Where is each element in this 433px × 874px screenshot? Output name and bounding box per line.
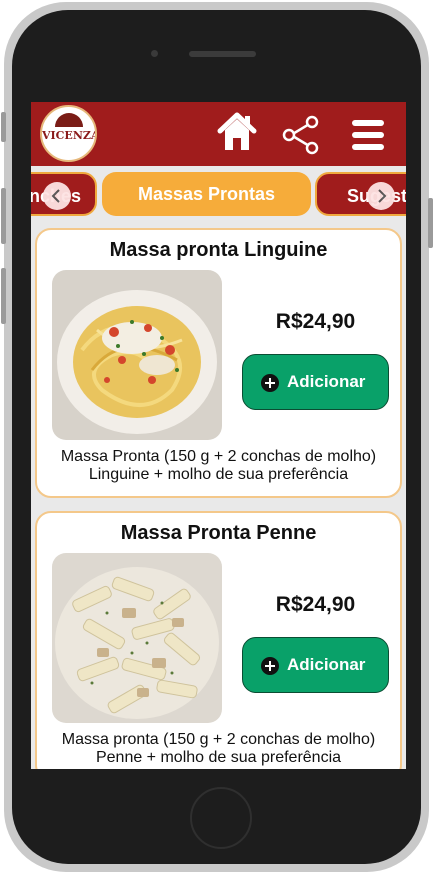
side-button xyxy=(1,112,6,142)
volume-up-button xyxy=(1,188,6,244)
logo-emblem xyxy=(55,113,83,127)
product-description: Massa Pronta (150 g + 2 conchas de molho… xyxy=(37,448,400,484)
product-title: Massa pronta Linguine xyxy=(109,239,328,261)
home-button[interactable] xyxy=(190,787,252,849)
product-price: R$24,90 xyxy=(275,593,356,616)
hamburger-menu-icon[interactable] xyxy=(352,118,384,152)
product-description-line: Penne + molho de sua preferência xyxy=(95,749,342,766)
add-to-cart-button[interactable]: Adicionar xyxy=(242,637,389,693)
category-carousel: Lanches Massas Prontas Sugestões xyxy=(31,168,406,224)
plus-circle-icon xyxy=(261,374,279,392)
product-card: Massa Pronta Penne R$24,90 Adicionar Mas… xyxy=(35,511,402,769)
product-description-line: Massa Pronta (150 g + 2 conchas de molho… xyxy=(60,448,377,465)
home-icon[interactable] xyxy=(217,110,257,152)
chevron-right-icon xyxy=(378,189,387,203)
product-description-line: Linguine + molho de sua preferência xyxy=(88,466,349,483)
product-photo-penne xyxy=(52,553,222,723)
add-to-cart-button[interactable]: Adicionar xyxy=(242,354,389,410)
product-description-line: Massa pronta (150 g + 2 conchas de molho… xyxy=(61,731,376,748)
product-card: Massa pronta Linguine R$24,90 Adicionar … xyxy=(35,228,402,498)
app-screen: VICENZA Massas Prontas Massa pronta Ling… xyxy=(31,102,406,769)
add-button-label: Adicionar xyxy=(287,372,366,391)
vicenza-logo[interactable]: VICENZA xyxy=(40,105,97,162)
product-photo-linguine xyxy=(52,270,222,440)
carousel-prev-arrow[interactable] xyxy=(43,182,71,210)
category-tab-active-label: Massas Prontas xyxy=(137,184,276,204)
carousel-next-arrow[interactable] xyxy=(367,182,395,210)
share-icon[interactable] xyxy=(281,115,321,155)
add-button-label: Adicionar xyxy=(287,655,366,674)
volume-down-button xyxy=(1,268,6,324)
logo-text: VICENZA xyxy=(42,129,97,142)
camera-dot xyxy=(151,50,158,57)
plus-circle-icon xyxy=(261,657,279,675)
product-price: R$24,90 xyxy=(275,310,356,333)
power-button xyxy=(428,198,433,248)
chevron-left-icon xyxy=(51,189,60,203)
speaker-grille xyxy=(189,51,256,57)
top-bar: VICENZA xyxy=(31,102,406,166)
product-title: Massa Pronta Penne xyxy=(120,522,317,544)
category-tab-active[interactable]: Massas Prontas xyxy=(102,172,311,216)
product-description: Massa pronta (150 g + 2 conchas de molho… xyxy=(37,731,400,767)
